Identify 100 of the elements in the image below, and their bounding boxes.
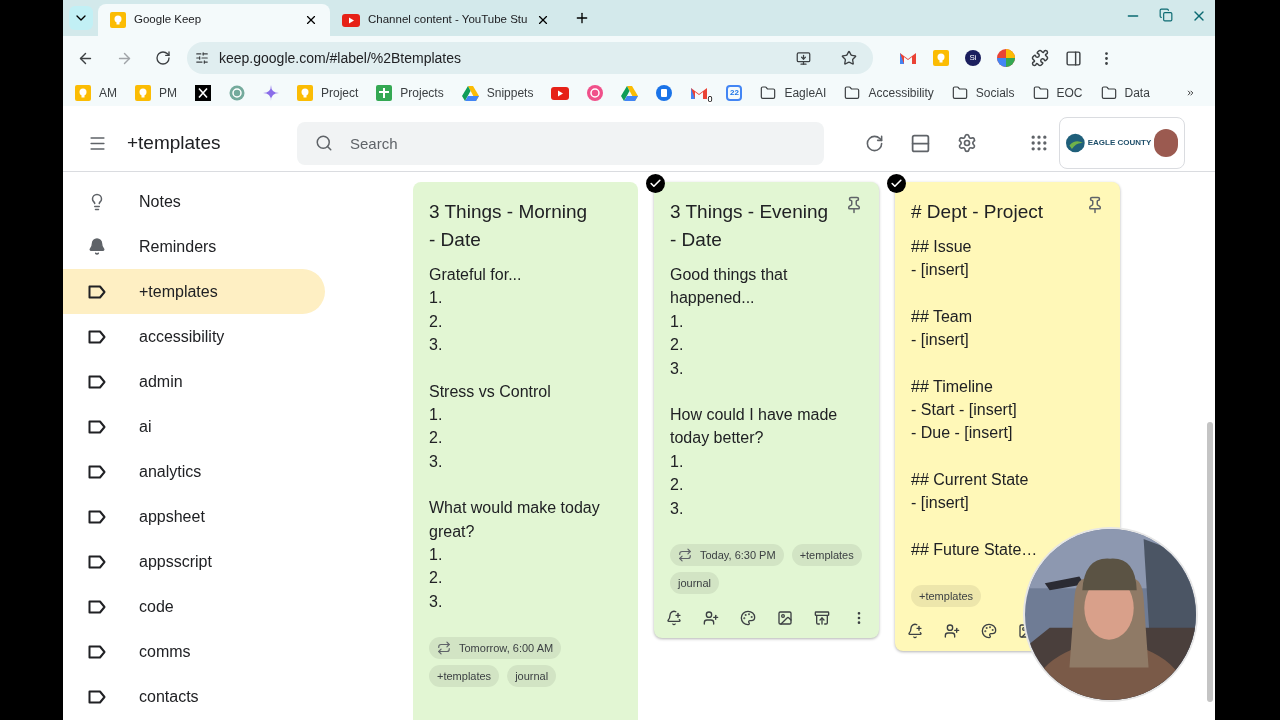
close-icon[interactable] — [304, 13, 318, 27]
play-logo-icon — [342, 13, 360, 27]
palette-icon[interactable] — [740, 610, 756, 627]
new-tab-icon[interactable] — [574, 10, 590, 26]
list-view-icon[interactable] — [910, 132, 931, 154]
label-chip[interactable]: journal — [507, 665, 557, 688]
bell-plus-icon[interactable] — [907, 623, 923, 640]
puzzle-icon[interactable] — [1031, 49, 1049, 67]
search-icon[interactable] — [315, 133, 333, 152]
note-line: 2. — [429, 568, 444, 589]
close-icon[interactable] — [536, 13, 550, 27]
bookmark-item[interactable]: Snippets — [461, 84, 534, 102]
bulb-logo-icon — [933, 50, 949, 66]
bell-plus-icon[interactable] — [666, 610, 682, 627]
check-icon[interactable] — [646, 174, 665, 193]
note-line: 3. — [429, 451, 444, 472]
label-chip[interactable]: +templates — [429, 665, 500, 688]
apps-icon[interactable] — [1029, 133, 1049, 153]
label-chip[interactable]: +templates — [791, 544, 862, 567]
browser-tab[interactable]: Channel content - YouTube Stu — [330, 4, 562, 36]
add-person-icon[interactable] — [944, 623, 960, 640]
note-title: # Dept - Project — [911, 200, 1044, 224]
note-line: 2. — [429, 311, 444, 332]
sidebar-item[interactable]: code — [63, 584, 325, 629]
bookmark-item[interactable]: PM — [135, 84, 177, 102]
bell-icon — [88, 237, 106, 256]
sidebar-item[interactable]: appsheet — [63, 494, 325, 539]
bulb-logo-icon — [135, 85, 151, 101]
note-title: 3 Things - Evening - Date — [670, 200, 830, 252]
add-person-icon[interactable] — [703, 610, 719, 627]
avatar[interactable] — [1154, 129, 1178, 157]
bulb-logo-icon — [297, 85, 313, 101]
label-icon — [88, 329, 106, 344]
note-line: 1. — [670, 311, 685, 332]
tab-search-button[interactable] — [69, 6, 93, 30]
sidebar-item[interactable]: ai — [63, 404, 325, 449]
extension-icon[interactable]: Si — [965, 50, 981, 66]
sidebar-item[interactable]: contacts — [63, 674, 325, 719]
repeat-icon — [678, 548, 692, 563]
note-line: Good things that happened... — [670, 265, 789, 309]
calendar-logo-icon: 22 — [726, 85, 743, 101]
x-logo-icon — [195, 85, 211, 101]
restore-icon[interactable] — [1159, 8, 1173, 22]
note-line: 1. — [429, 288, 444, 309]
bookmark-item[interactable]: Project — [297, 84, 359, 102]
label-icon — [88, 689, 106, 704]
sidebar-item[interactable]: analytics — [63, 449, 325, 494]
label-chip[interactable]: +templates — [911, 585, 982, 608]
label-chip[interactable]: journal — [670, 572, 720, 595]
check-icon[interactable] — [887, 174, 906, 193]
sidebar-item[interactable]: admin — [63, 359, 325, 404]
bookmark-item[interactable]: Socials — [951, 84, 1015, 102]
bookmark-item[interactable]: Accessibility — [844, 84, 934, 102]
tab-title: Google Keep — [134, 12, 203, 28]
image-icon[interactable] — [777, 610, 793, 627]
palette-icon[interactable] — [981, 623, 997, 640]
site-info-icon[interactable] — [195, 51, 209, 65]
sidebar-item[interactable]: Reminders — [63, 224, 325, 269]
reminder-chip[interactable]: Tomorrow, 6:00 AM — [429, 637, 562, 660]
note-line: 2. — [429, 428, 444, 449]
note-line: 2. — [670, 475, 685, 496]
note-line: ## Future State… — [911, 539, 1039, 560]
note-card[interactable]: 3 Things - Morning - Date Grateful for... 1. 2. 3. Stress vs Control 1. 2. 3. What would make today great? 1. 2. 3. Tomorrow, 6:00 AM +templates journal — [413, 182, 638, 720]
sidebar-item[interactable]: accessibility — [63, 314, 325, 359]
bookmark-item[interactable]: EOC — [1032, 84, 1083, 102]
bulb-logo-icon — [110, 12, 126, 28]
note-line: ## Current State — [911, 469, 1030, 490]
bookmark-item[interactable]: Projects — [376, 84, 444, 102]
knot-logo-icon — [229, 85, 245, 101]
reminder-chip[interactable]: Today, 6:30 PM — [670, 544, 784, 567]
account-button[interactable]: EAGLE COUNTY — [1059, 117, 1185, 169]
label-icon — [88, 644, 106, 659]
bookmark-item[interactable]: EagleAI — [760, 84, 827, 102]
sidebar-item[interactable]: Notes — [63, 179, 325, 224]
search-field[interactable]: Search — [297, 121, 824, 165]
folder-icon — [1100, 85, 1117, 101]
sidebar-item[interactable]: comms — [63, 629, 325, 674]
install-icon[interactable] — [796, 50, 811, 66]
settings-icon[interactable] — [957, 133, 977, 153]
bookmark-item[interactable]: Data — [1100, 84, 1150, 102]
bookmark-star-icon[interactable] — [841, 50, 857, 66]
address-bar[interactable]: keep.google.com/#label/%2Btemplates — [187, 42, 873, 74]
note-line: - Start - [insert] — [911, 400, 1018, 421]
mail-logo-icon — [899, 51, 917, 65]
browser-tab[interactable]: Google Keep — [98, 4, 330, 36]
note-line: 3. — [429, 335, 444, 356]
note-line: - [insert] — [911, 260, 970, 281]
sidebar-item[interactable]: appsscript — [63, 539, 325, 584]
sidebar-item[interactable]: +templates — [63, 269, 325, 314]
archive-icon[interactable] — [814, 610, 830, 627]
triangle-logo-icon — [461, 85, 479, 101]
note-card[interactable]: 3 Things - Evening - Date Good things that happened... 1. 2. 3. How could I have made today better? 1. 2. 3. Today, 6:30 PM +templates journal — [654, 182, 879, 639]
side-panel-icon[interactable] — [1065, 49, 1082, 67]
label-icon — [88, 464, 106, 479]
pin-icon[interactable] — [845, 196, 863, 214]
note-line: ## Issue — [911, 237, 973, 257]
pin-icon[interactable] — [1086, 196, 1104, 214]
refresh-icon[interactable] — [865, 133, 884, 153]
bookmark-item[interactable]: AM — [75, 84, 117, 102]
reload-icon[interactable] — [155, 50, 171, 66]
